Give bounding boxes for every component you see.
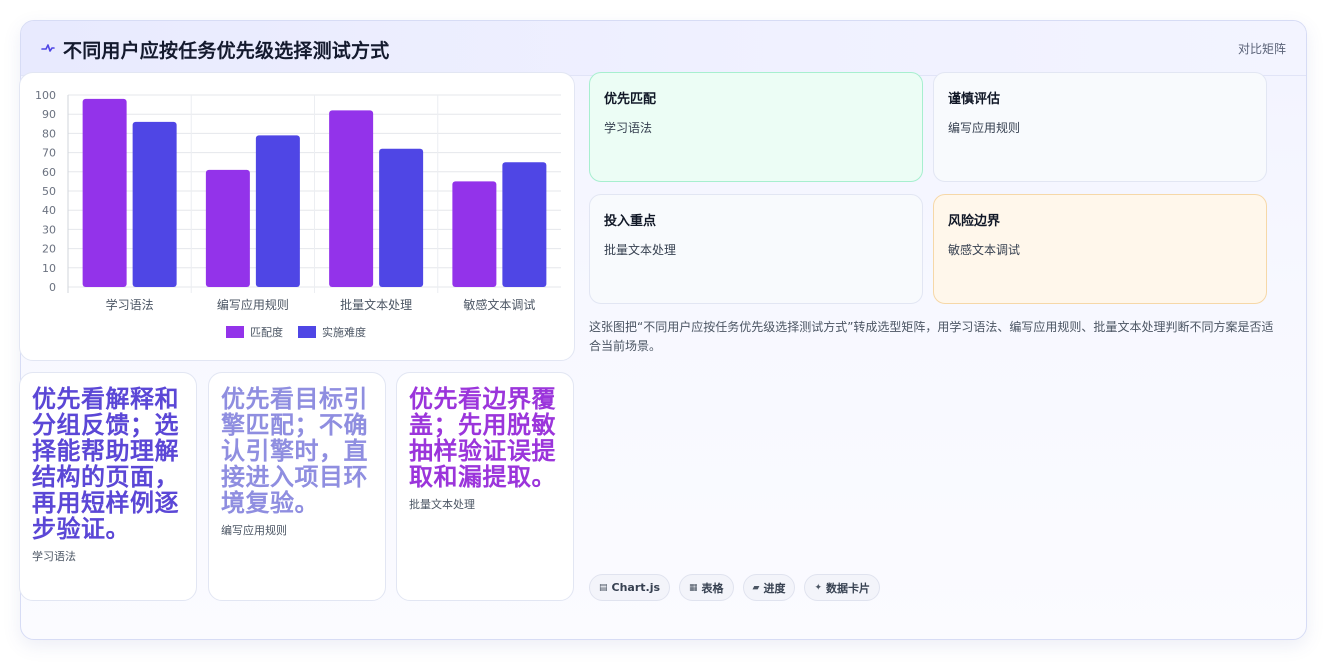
page-title: 不同用户应按任务优先级选择测试方式 [63,40,390,62]
matrix-card-priority-match[interactable]: 优先匹配 学习语法 [589,72,923,182]
chip-progress[interactable]: ▰ 进度 [742,574,796,601]
matrix-card-careful-eval[interactable]: 谨慎评估 编写应用规则 [933,72,1267,182]
bar-chart: 0 10 20 30 40 50 60 70 80 90 100 学习语法 编写应用规则 批量文本处理 敏感… [35,89,561,339]
tip-text: 优先看边界覆盖；先用脱敏抽样验证误提取和漏提取。 [409,385,556,491]
x-category-label: 敏感文本调试 [463,297,535,312]
y-tick-label: 0 [49,281,56,294]
x-category-label: 编写应用规则 [217,297,289,312]
bar [329,110,374,287]
bar [255,135,300,287]
legend-label: 实施难度 [322,325,366,339]
tip-text: 优先看目标引擎匹配；不确认引擎时，直接进入项目环境复验。 [221,385,368,517]
matrix-card-title: 风险边界 [948,214,1001,229]
bar-chart-card: 0 10 20 30 40 50 60 70 80 90 100 学习语法 编写应用规则 批量文本处理 敏感… [19,72,575,361]
y-tick-label: 100 [35,89,56,102]
tip-tag: 批量文本处理 [409,498,475,511]
matrix-card-title: 投入重点 [604,214,657,229]
sparkle-icon: ✦ [814,582,823,593]
y-tick-label: 60 [42,166,56,179]
pulse-icon [41,44,55,52]
bar [502,162,547,287]
tech-chips: ▤ Chart.js ▦ 表格 ▰ 进度 ✦ 数据卡片 [589,574,881,601]
bar [452,181,497,287]
matrix-card-focus[interactable]: 投入重点 批量文本处理 [589,194,923,304]
tip-card-batch-text[interactable]: 优先看边界覆盖；先用脱敏抽样验证误提取和漏提取。 批量文本处理 [396,372,574,601]
table-icon: ▦ [689,582,698,593]
tip-tag: 学习语法 [32,550,76,563]
legend-swatch [298,326,316,338]
bar [82,98,127,287]
y-tick-label: 80 [42,127,56,140]
chart-icon: ▤ [599,582,608,593]
y-tick-label: 40 [42,204,56,217]
x-category-label: 批量文本处理 [340,297,412,312]
legend-label: 匹配度 [250,325,283,339]
chip-label: Chart.js [611,581,661,594]
y-tick-label: 50 [42,185,56,198]
tip-text: 优先看解释和分组反馈；选择能帮助理解结构的页面，再用短样例逐步验证。 [32,385,179,543]
y-tick-label: 10 [42,262,56,275]
matrix-card-risk-boundary[interactable]: 风险边界 敏感文本调试 [933,194,1267,304]
y-tick-label: 20 [42,243,56,256]
matrix-card-value: 学习语法 [604,121,653,135]
tip-tag: 编写应用规则 [221,524,287,537]
x-category-label: 学习语法 [106,297,154,312]
tip-card-learn-syntax[interactable]: 优先看解释和分组反馈；选择能帮助理解结构的页面，再用短样例逐步验证。 学习语法 [19,372,197,601]
chip-chartjs[interactable]: ▤ Chart.js [589,574,671,601]
chip-label: 进度 [763,581,786,595]
chip-label: 数据卡片 [826,581,871,595]
matrix-card-value: 批量文本处理 [604,243,677,257]
compare-matrix-link[interactable]: 对比矩阵 [1238,40,1286,57]
matrix-card-title: 优先匹配 [604,92,657,107]
progress-icon: ▰ [752,582,760,593]
bar [205,169,250,287]
bar [132,121,177,287]
matrix-card-title: 谨慎评估 [948,92,1001,107]
chip-table[interactable]: ▦ 表格 [679,574,734,601]
chip-data-cards[interactable]: ✦ 数据卡片 [804,574,881,601]
matrix-description: 这张图把“不同用户应按任务优先级选择测试方式”转成选型矩阵，用学习语法、编写应用… [589,320,1274,353]
y-tick-label: 90 [42,108,56,121]
bar [379,148,424,287]
tip-card-app-rules[interactable]: 优先看目标引擎匹配；不确认引擎时，直接进入项目环境复验。 编写应用规则 [208,372,386,601]
y-tick-label: 30 [42,223,56,236]
panel-header: 不同用户应按任务优先级选择测试方式 对比矩阵 [21,21,1306,76]
matrix-card-value: 编写应用规则 [948,121,1021,135]
chip-label: 表格 [701,581,724,595]
matrix-card-value: 敏感文本调试 [948,243,1021,257]
legend-swatch [226,326,244,338]
y-tick-label: 70 [42,147,56,160]
